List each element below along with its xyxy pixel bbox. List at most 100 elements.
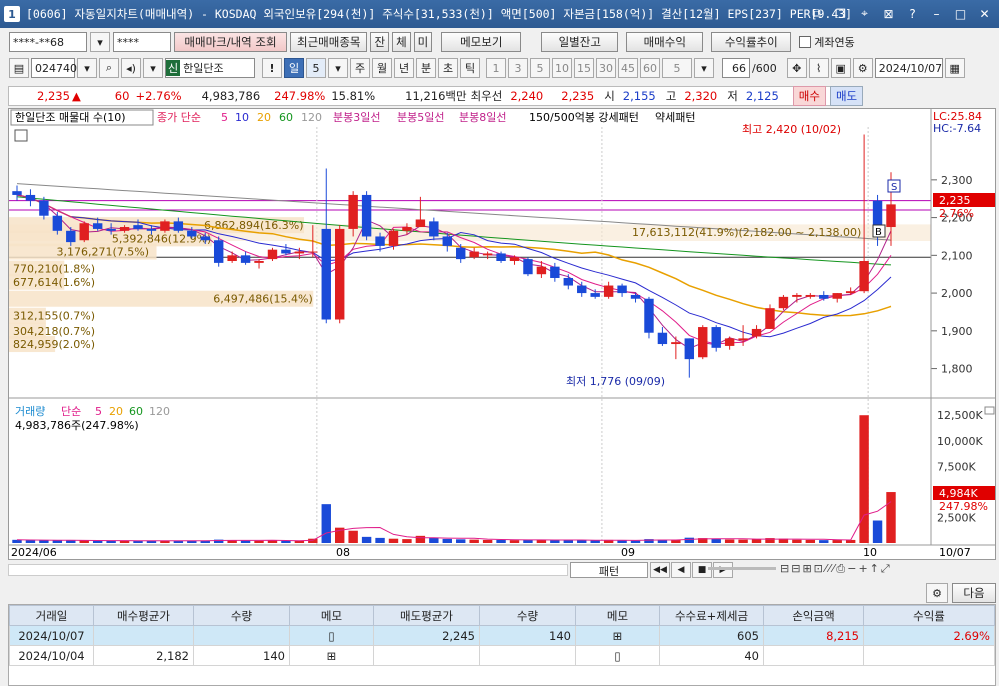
code-dropdown-icon[interactable]: ▾ <box>77 58 97 78</box>
scroll-left-icon[interactable]: ◀ <box>671 562 691 578</box>
alert-button[interactable]: ! <box>262 58 282 78</box>
che-button[interactable]: 체 <box>392 32 411 52</box>
crosshair-icon[interactable]: ✥ <box>786 58 807 78</box>
col-sell-avg[interactable]: 매도평균가 <box>373 605 480 626</box>
tool-icon[interactable]: ⊠ <box>880 5 897 22</box>
account-dropdown-icon[interactable]: ▾ <box>90 32 110 52</box>
next-button[interactable]: 다음 <box>952 583 996 603</box>
legend-ma5[interactable]: 5 <box>221 111 228 124</box>
layout2-icon[interactable]: ⊟ <box>791 562 800 576</box>
legend-ma120[interactable]: 120 <box>301 111 322 124</box>
col-date[interactable]: 거래일 <box>9 605 94 626</box>
tick-3-button[interactable]: 3 <box>508 58 528 78</box>
table-row[interactable]: 2024/10/04 2,182 140 ⊞ ▯ 40 <box>9 645 995 666</box>
draw-icon[interactable]: ⁄ <box>825 562 827 576</box>
mi-button[interactable]: 미 <box>413 32 433 52</box>
col-pnl[interactable]: 손익금액 <box>763 605 864 626</box>
unit-second-button[interactable]: 초 <box>438 58 458 78</box>
legend-strong[interactable]: 150/500억봉 강세패턴 <box>529 111 639 124</box>
pattern-button[interactable]: 패턴 <box>570 562 648 578</box>
mark-query-button[interactable]: 매매마크/내역 조회 <box>174 32 287 52</box>
tick-45-button[interactable]: 45 <box>618 58 638 78</box>
tick-5-button[interactable]: 5 <box>530 58 550 78</box>
scroll-begin-icon[interactable]: ◀◀ <box>650 562 670 578</box>
unit-week-button[interactable]: 주 <box>350 58 370 78</box>
arrow-icon[interactable]: ↑ <box>870 562 879 576</box>
stock-name-field[interactable]: 신 한일단조 <box>165 58 255 78</box>
legend-b5[interactable]: 분봉5일선 <box>397 110 444 124</box>
zoom-slider[interactable] <box>708 567 776 570</box>
draw2-icon[interactable]: ⁄ <box>829 562 831 576</box>
legend-ma10[interactable]: 10 <box>235 111 249 124</box>
col-fee[interactable]: 수수료+제세금 <box>659 605 764 626</box>
account-field[interactable]: ****-**68 <box>9 32 87 52</box>
table-settings-gear-icon[interactable]: ⚙ <box>926 583 948 603</box>
search-icon[interactable]: ⌕ <box>99 58 119 78</box>
col-rate[interactable]: 수익률 <box>863 605 995 626</box>
tick-10-button[interactable]: 10 <box>552 58 572 78</box>
col-buy-qty[interactable]: 수량 <box>193 605 290 626</box>
tick-dropdown-icon[interactable]: ▾ <box>694 58 714 78</box>
legend-ma20[interactable]: 20 <box>257 111 271 124</box>
memo-page-icon[interactable]: ▯ <box>289 625 374 646</box>
scroll-right-icon[interactable]: ▶ <box>713 562 733 578</box>
vol-legend-ma20[interactable]: 20 <box>109 405 123 418</box>
stop-icon[interactable]: ■ <box>692 562 712 578</box>
layout3-icon[interactable]: ⊞ <box>802 562 811 576</box>
pane-collapse-icon[interactable] <box>984 406 995 415</box>
stock-code-field[interactable]: 024740 <box>31 58 77 78</box>
tick-select[interactable]: 5 <box>662 58 692 78</box>
sound-icon[interactable]: ◂) <box>121 58 141 78</box>
zoom-in-icon[interactable]: + <box>858 562 867 576</box>
legend-b3[interactable]: 분봉3일선 <box>333 110 380 124</box>
vol-legend-title[interactable]: 거래량 <box>15 405 45 418</box>
vol-legend-ma60[interactable]: 60 <box>129 405 143 418</box>
tick-15-button[interactable]: 15 <box>574 58 594 78</box>
period-count-field[interactable]: 5 <box>306 58 326 78</box>
range-field[interactable]: 66 <box>722 58 750 78</box>
table-row[interactable]: 2024/10/07 ▯ 2,245 140 ⊞ 605 8,215 2.69% <box>9 625 995 646</box>
memo-add-icon[interactable]: ⊞ <box>575 625 660 646</box>
settings-gear-icon[interactable]: ⚙ <box>852 58 873 78</box>
period-dropdown-icon[interactable]: ▾ <box>328 58 348 78</box>
jan-button[interactable]: 잔 <box>370 32 390 52</box>
restore-icon[interactable]: ❐ <box>832 5 849 22</box>
daily-balance-button[interactable]: 일별잔고 <box>541 32 619 52</box>
vol-legend-ma[interactable]: 단순 <box>61 405 81 418</box>
tool1-icon[interactable]: ⊡ <box>814 562 823 576</box>
memo-button[interactable]: 메모보기 <box>441 32 522 52</box>
unit-tick-button[interactable]: 틱 <box>460 58 480 78</box>
minimize-icon[interactable]: – <box>928 5 945 22</box>
period-day-button[interactable]: 일 <box>284 58 304 78</box>
sell-button[interactable]: 매도 <box>829 86 864 106</box>
vol-legend-ma120[interactable]: 120 <box>149 405 170 418</box>
calendar-icon[interactable]: ▦ <box>944 58 965 78</box>
zoom-out-icon[interactable]: − <box>847 562 856 576</box>
account-link-checkbox[interactable]: 계좌연동 <box>799 34 855 50</box>
sound-dropdown-icon[interactable]: ▾ <box>143 58 163 78</box>
tick-1-button[interactable]: 1 <box>486 58 506 78</box>
draw3-icon[interactable]: ⁄ <box>833 562 835 576</box>
legend-b8[interactable]: 분봉8일선 <box>459 110 506 124</box>
tick-30-button[interactable]: 30 <box>596 58 616 78</box>
stock-chart[interactable]: 6,862,894(16.3%) 5,392,846(12.9%) 3,176,27… <box>8 108 996 560</box>
link-icon[interactable]: ⧉ <box>808 5 825 22</box>
buy-button[interactable]: 매수 <box>792 86 826 106</box>
col-sell-memo[interactable]: 메모 <box>575 605 660 626</box>
recent-trades-button[interactable]: 최근매매종목 <box>290 32 368 52</box>
grid-toggle-icon[interactable] <box>14 129 28 142</box>
col-buy-avg[interactable]: 매수평균가 <box>93 605 194 626</box>
memo-add-icon[interactable]: ⊞ <box>289 645 374 666</box>
close-icon[interactable]: ✕ <box>976 5 993 22</box>
horizontal-scrollbar[interactable] <box>8 564 568 576</box>
unit-year-button[interactable]: 년 <box>394 58 414 78</box>
memo-page-icon[interactable]: ▯ <box>575 645 660 666</box>
unit-month-button[interactable]: 월 <box>372 58 392 78</box>
maximize-icon[interactable]: □ <box>952 5 969 22</box>
pin-icon[interactable]: ⌖ <box>856 5 873 22</box>
legend-ma60[interactable]: 60 <box>279 111 293 124</box>
layout-icon[interactable]: ⊟ <box>780 562 789 576</box>
print-icon[interactable]: ⎙ <box>836 562 845 576</box>
legend-weak[interactable]: 약세패턴 <box>655 110 695 124</box>
help-icon[interactable]: ? <box>904 5 921 22</box>
